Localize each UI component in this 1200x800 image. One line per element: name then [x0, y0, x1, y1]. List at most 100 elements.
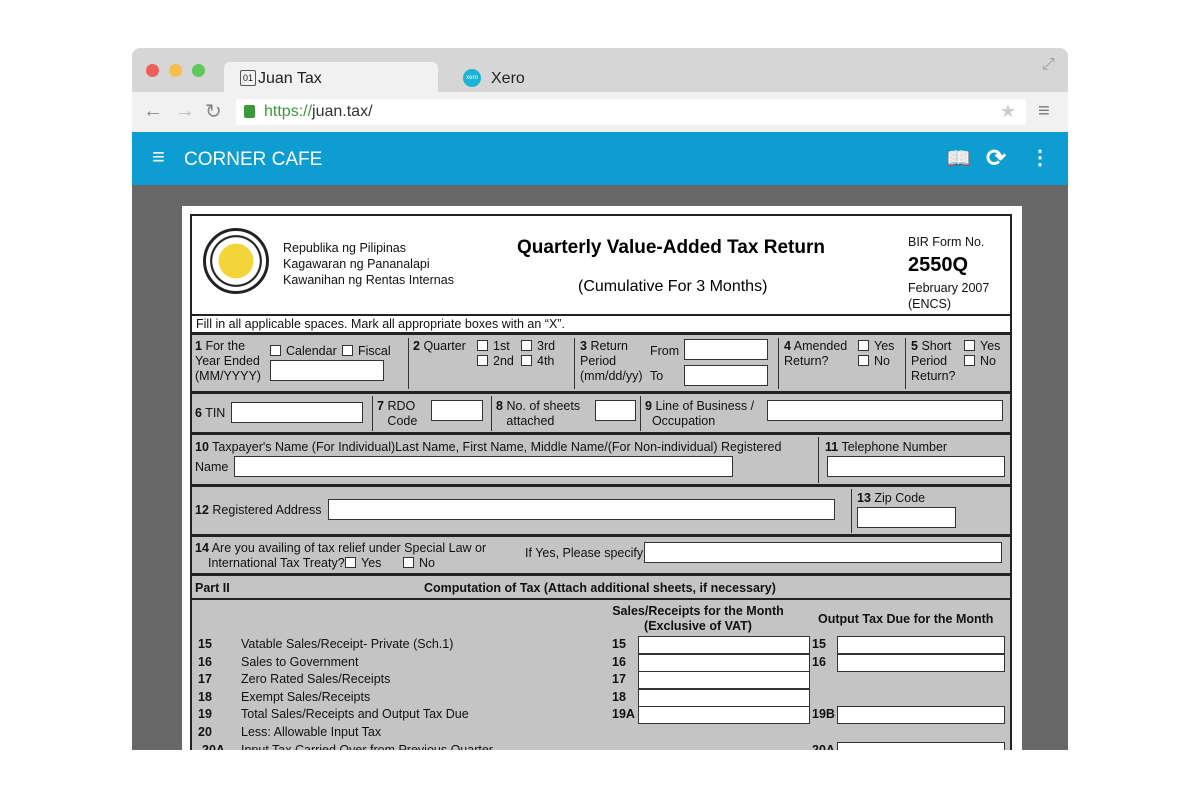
output-tax-input-16[interactable] [837, 653, 1005, 672]
forward-icon[interactable]: → [175, 100, 195, 123]
quarter-3rd-checkbox[interactable] [521, 340, 532, 351]
line-label: Less: Allowable Input Tax [241, 725, 382, 739]
amended-no-checkbox[interactable] [858, 355, 869, 366]
form-element: If Yes, Please specify [525, 546, 644, 560]
form-subtitle: (Cumulative For 3 Months) [578, 278, 768, 295]
book-icon[interactable]: 📖 [946, 146, 971, 171]
form-element: 1 For the Year Ended (MM/YYYY) [195, 339, 261, 383]
form-element: 7 RDO Code [377, 399, 418, 428]
form-element: Yes [980, 339, 1001, 353]
taxpayer-name-input[interactable] [234, 456, 733, 477]
bir-seal-logo [203, 228, 269, 294]
period-from-input[interactable] [684, 339, 768, 360]
form-element: 10 Taxpayer's Name (For Individual)Last … [195, 440, 782, 454]
agency-line: Republika ng Pilipinas [283, 241, 406, 255]
calendar-checkbox[interactable] [270, 345, 281, 356]
sync-icon[interactable]: ⟳ [986, 144, 1006, 173]
sales-input-19A[interactable] [638, 706, 810, 725]
form-element [574, 338, 575, 389]
line-number: 16 [198, 654, 212, 669]
relief-specify-input[interactable] [644, 542, 1002, 563]
line-number: 15 [198, 637, 212, 651]
relief-no-checkbox[interactable] [403, 557, 414, 568]
sales-input-16[interactable] [638, 653, 810, 672]
hamburger-menu-icon[interactable]: ≡ [152, 144, 165, 170]
page-01-icon: 01 [240, 70, 256, 86]
form-element [372, 396, 373, 431]
more-vertical-icon[interactable]: ⋮ [1030, 145, 1050, 170]
minimize-window-button[interactable] [169, 64, 182, 77]
short-no-checkbox[interactable] [964, 355, 975, 366]
form-element: Fiscal [358, 344, 391, 358]
bookmark-star-icon[interactable]: ★ [1000, 101, 1016, 122]
back-icon[interactable]: ← [143, 100, 163, 123]
form-element: 2 Quarter [413, 339, 466, 353]
form-element: No [874, 354, 890, 368]
form-element [408, 338, 409, 389]
form-element: 8 No. of sheets attached [496, 399, 581, 428]
line-label: Sales to Government [241, 654, 359, 669]
quarter-4th-checkbox[interactable] [521, 355, 532, 366]
form-element: 1st [493, 339, 510, 353]
column-b-label: 20A [812, 742, 835, 750]
agency-names: Republika ng Pilipinas Kagawaran ng Pana… [283, 240, 454, 288]
relief-yes-checkbox[interactable] [345, 557, 356, 568]
rdo-code-input[interactable] [431, 400, 483, 421]
form-element [818, 437, 819, 483]
maximize-window-button[interactable] [192, 64, 205, 77]
output-tax-input-20A[interactable] [837, 741, 1005, 750]
amended-yes-checkbox[interactable] [858, 340, 869, 351]
sales-input-17[interactable] [638, 671, 810, 690]
form-element: 11 Telephone Number [825, 440, 948, 454]
line-number: 17 [198, 672, 212, 687]
line-label: Input Tax Carried Over from Previous Qua… [241, 742, 493, 750]
form-element: Yes [874, 339, 895, 353]
year-ended-input[interactable] [270, 360, 384, 381]
form-element: Computation of Tax (Attach additional sh… [424, 581, 776, 595]
browser-menu-icon[interactable]: ≡ [1038, 100, 1050, 123]
xero-logo-icon: xero [463, 69, 481, 87]
tin-input[interactable] [231, 402, 363, 423]
form-element: 4 Amended Return? [784, 339, 848, 368]
form-element: 5 Short Period Return? [911, 339, 956, 383]
form-element [491, 396, 492, 431]
tab-juan-tax[interactable]: 01 Juan Tax [224, 62, 438, 92]
line-of-business-input[interactable] [767, 400, 1003, 421]
form-no-label: BIR Form No. [908, 235, 985, 249]
form-element: Yes [361, 556, 382, 570]
quarter-2nd-checkbox[interactable] [477, 355, 488, 366]
sales-input-15[interactable] [638, 636, 810, 654]
form-element [778, 338, 779, 389]
line-label: Total Sales/Receipts and Output Tax Due [241, 707, 469, 722]
line-number: 18 [198, 689, 212, 704]
url-host: juan.tax/ [312, 103, 373, 120]
form-element: No [980, 354, 996, 368]
zip-code-input[interactable] [857, 507, 956, 528]
fullscreen-icon[interactable]: ⤢ [1042, 56, 1055, 74]
form-element: 12 Registered Address [195, 503, 322, 517]
form-title: Quarterly Value-Added Tax Return [517, 237, 825, 258]
output-tax-input-19B[interactable] [837, 706, 1005, 725]
telephone-input[interactable] [827, 456, 1005, 477]
fiscal-checkbox[interactable] [342, 345, 353, 356]
registered-address-input[interactable] [328, 499, 835, 520]
form-element: Output Tax Due for the Month [818, 612, 994, 626]
address-bar[interactable]: https://juan.tax/ ★ [236, 99, 1026, 125]
close-window-button[interactable] [146, 64, 159, 77]
line-number: 20A [202, 742, 225, 750]
period-to-input[interactable] [684, 365, 768, 386]
sheets-attached-input[interactable] [595, 400, 636, 421]
tab-label: Juan Tax [258, 70, 322, 87]
sales-input-18[interactable] [638, 688, 810, 707]
company-name[interactable]: CORNER CAFE [184, 149, 322, 171]
short-yes-checkbox[interactable] [964, 340, 975, 351]
quarter-1st-checkbox[interactable] [477, 340, 488, 351]
form-element: 2nd [493, 354, 514, 368]
column-a-label: 16 [612, 654, 626, 669]
reload-icon[interactable]: ↻ [205, 99, 222, 124]
tab-xero[interactable]: xero Xero [446, 62, 616, 92]
output-tax-input-15[interactable] [837, 636, 1005, 654]
agency-line: Kawanihan ng Rentas Internas [283, 273, 454, 287]
tab-label: Xero [491, 70, 525, 87]
column-a-label: 18 [612, 689, 626, 704]
